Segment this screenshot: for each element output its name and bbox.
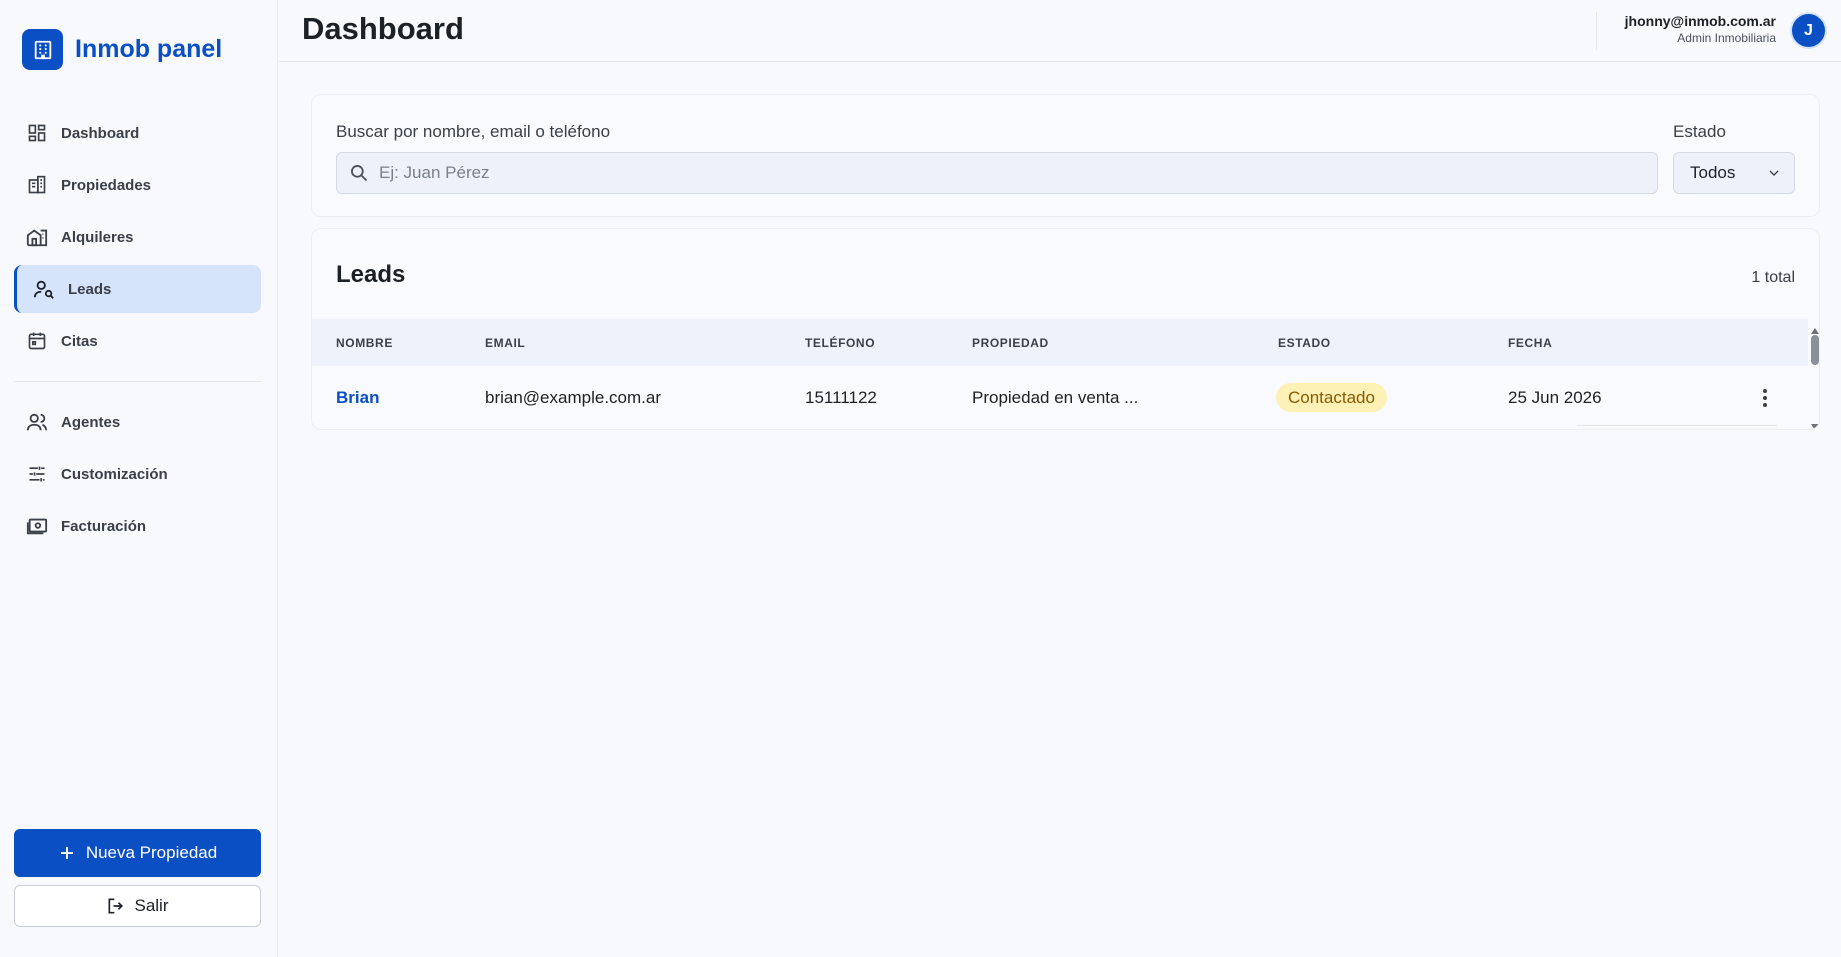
status-select-value: Todos — [1690, 163, 1736, 182]
column-header-estado[interactable]: ESTADO — [1278, 336, 1331, 350]
sidebar: Inmob panel Dashboard Propiedades Alquil… — [0, 0, 278, 957]
column-header-propiedad[interactable]: PROPIEDAD — [972, 336, 1049, 350]
sidebar-item-citas[interactable]: Citas — [14, 317, 261, 365]
sidebar-item-propiedades[interactable]: Propiedades — [14, 161, 261, 209]
lead-name-link[interactable]: Brian — [336, 388, 379, 408]
sidebar-item-label: Facturación — [61, 517, 147, 535]
users-icon — [26, 411, 48, 433]
search-field[interactable] — [336, 152, 1658, 194]
column-header-nombre[interactable]: NOMBRE — [336, 336, 393, 350]
buildings-icon — [26, 174, 48, 196]
search-icon — [349, 163, 369, 183]
chevron-down-icon — [1766, 165, 1782, 186]
billing-icon — [26, 515, 48, 537]
brand-name: Inmob panel — [75, 35, 223, 63]
new-property-label: Nueva Propiedad — [85, 843, 218, 862]
column-header-email[interactable]: EMAIL — [485, 336, 525, 350]
lead-email: brian@example.com.ar — [485, 388, 661, 407]
column-header-fecha[interactable]: FECHA — [1508, 336, 1552, 350]
sidebar-item-label: Dashboard — [61, 124, 140, 142]
sidebar-item-customizacion[interactable]: Customización — [14, 450, 261, 498]
user-role: Admin Inmobiliaria — [1677, 31, 1776, 45]
nav-divider — [14, 381, 261, 382]
lead-phone: 15111122 — [805, 388, 877, 407]
column-header-telefono[interactable]: TELÉFONO — [805, 336, 875, 350]
sidebar-item-leads[interactable]: Leads — [14, 265, 261, 313]
logout-icon — [106, 896, 126, 916]
top-header: Dashboard jhonny@inmob.com.ar Admin Inmo… — [279, 0, 1841, 62]
table-scrollbar[interactable] — [1808, 319, 1819, 429]
status-badge: Contactado — [1276, 383, 1387, 412]
leads-title: Leads — [336, 261, 406, 288]
person-search-icon — [33, 278, 55, 300]
leads-total-count: 1 total — [1751, 269, 1795, 286]
search-input[interactable] — [379, 163, 1629, 183]
sidebar-item-label: Customización — [61, 465, 168, 483]
leads-card: Leads 1 total NOMBRE EMAIL TELÉFONO PROP… — [311, 228, 1820, 430]
sidebar-item-facturacion[interactable]: Facturación — [14, 502, 261, 550]
status-select[interactable]: Todos — [1673, 152, 1795, 194]
header-divider — [1596, 12, 1597, 50]
sidebar-item-agentes[interactable]: Agentes — [14, 398, 261, 446]
logout-label: Salir — [134, 896, 169, 915]
table-row[interactable]: Brian brian@example.com.ar 15111122 Prop… — [312, 366, 1808, 428]
page-title: Dashboard — [302, 11, 464, 46]
row-divider — [1577, 425, 1777, 426]
sidebar-item-label: Alquileres — [61, 228, 134, 246]
rental-house-icon — [26, 226, 48, 248]
avatar[interactable]: J — [1790, 12, 1827, 49]
sidebar-item-alquileres[interactable]: Alquileres — [14, 213, 261, 261]
filter-card: Buscar por nombre, email o teléfono Esta… — [311, 94, 1820, 217]
lead-property: Propiedad en venta ... — [972, 388, 1139, 407]
lead-date: 25 Jun 2026 — [1508, 388, 1602, 407]
sidebar-item-label: Propiedades — [61, 176, 152, 194]
sidebar-nav: Dashboard Propiedades Alquileres Leads C… — [14, 109, 261, 554]
sidebar-item-label: Leads — [68, 280, 112, 298]
search-label: Buscar por nombre, email o teléfono — [336, 122, 611, 141]
dashboard-icon — [26, 122, 48, 144]
sidebar-item-dashboard[interactable]: Dashboard — [14, 109, 261, 157]
plus-icon — [58, 844, 76, 862]
more-options-icon[interactable] — [1755, 386, 1775, 410]
sliders-icon — [26, 463, 48, 485]
scroll-down-arrow-icon[interactable] — [1811, 417, 1819, 429]
new-property-button[interactable]: Nueva Propiedad — [14, 829, 261, 877]
logout-button[interactable]: Salir — [14, 885, 261, 927]
user-email: jhonny@inmob.com.ar — [1624, 13, 1776, 29]
table-header: NOMBRE EMAIL TELÉFONO PROPIEDAD ESTADO F… — [312, 319, 1808, 366]
building-icon — [22, 29, 63, 70]
calendar-icon — [26, 330, 48, 352]
sidebar-item-label: Agentes — [61, 413, 121, 431]
brand[interactable]: Inmob panel — [22, 29, 222, 70]
scrollbar-thumb[interactable] — [1811, 335, 1819, 365]
status-label: Estado — [1673, 122, 1726, 141]
sidebar-item-label: Citas — [61, 332, 98, 350]
